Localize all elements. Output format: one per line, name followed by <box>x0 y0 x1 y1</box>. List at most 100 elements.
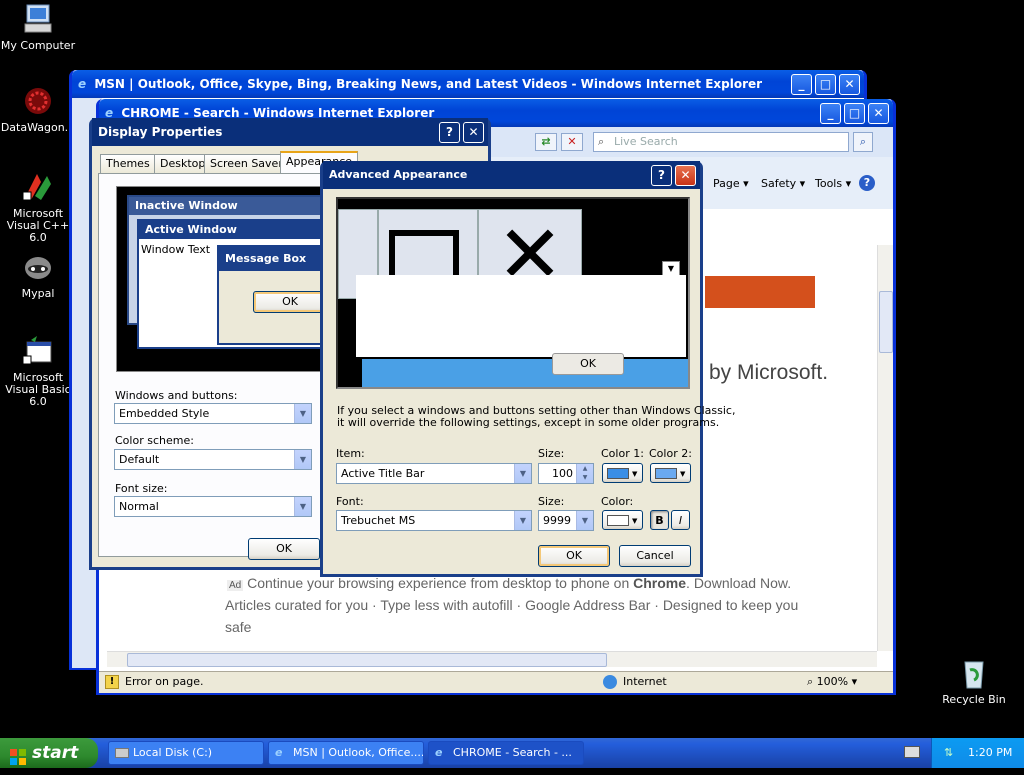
item-select[interactable]: Active Title Bar ▼ <box>336 463 532 484</box>
raccoon-icon <box>21 250 55 284</box>
minimize-button[interactable]: _ <box>791 74 812 95</box>
chevron-down-icon[interactable]: ▼ <box>294 404 311 423</box>
bold-toggle[interactable]: B <box>650 510 669 530</box>
desktop-icon-datawagon[interactable]: DataWagon... <box>0 84 78 134</box>
size-value: 100 <box>552 467 573 480</box>
ie-logo-icon: e <box>78 77 87 91</box>
desktop-icon-label: Mypal <box>21 287 55 300</box>
start-label: start <box>32 743 79 763</box>
help-icon[interactable]: ? <box>859 175 875 191</box>
ie-logo-icon: e <box>435 746 443 759</box>
ie-logo-icon: e <box>275 746 283 759</box>
network-icon[interactable]: ⇅ <box>944 738 953 768</box>
close-button[interactable]: ✕ <box>839 74 860 95</box>
font-size-label: Font size: <box>115 482 168 495</box>
preview-ok-button: OK <box>253 291 327 313</box>
minimize-button[interactable]: _ <box>820 103 841 124</box>
spin-arrows-icon[interactable]: ▲ ▼ <box>576 464 593 483</box>
title-bar[interactable]: e MSN | Outlook, Office, Skype, Bing, Br… <box>72 70 864 98</box>
datawagon-icon <box>21 84 55 118</box>
color1-label: Color 1: <box>601 447 644 460</box>
ad-line: Ad Continue your browsing experience fro… <box>227 575 791 591</box>
font-size-select[interactable]: Normal ▼ <box>114 496 312 517</box>
desktop-icon-recycle-bin[interactable]: Recycle Bin <box>934 656 1014 706</box>
globe-icon <box>603 675 617 689</box>
appearance-preview: Inactive Window Active Window Window Tex… <box>116 186 337 372</box>
zoom-level[interactable]: ⌕ 100% ▾ <box>807 672 857 692</box>
scrollbar-thumb[interactable] <box>879 291 893 353</box>
color2-picker[interactable]: ▼ <box>650 463 691 483</box>
desktop-icon-mypal[interactable]: Mypal <box>0 250 78 300</box>
desktop-icon-my-computer[interactable]: My Computer <box>0 2 78 52</box>
chevron-down-icon[interactable]: ▼ <box>576 511 593 530</box>
start-button[interactable]: start <box>0 738 98 768</box>
taskbar-item-msn[interactable]: e MSN | Outlook, Office.... <box>268 741 424 765</box>
windows-logo-icon <box>10 745 26 765</box>
desktop-icon-label: DataWagon... <box>0 121 76 134</box>
preview-inactive-title: Inactive Window <box>129 197 325 215</box>
tab-screen-saver[interactable]: Screen Saver <box>204 154 289 173</box>
ad-text-bold[interactable]: Chrome <box>633 575 686 591</box>
chevron-down-icon: ▼ <box>680 470 686 478</box>
stop-icon[interactable]: ✕ <box>561 133 583 151</box>
h-scrollbar-thumb[interactable] <box>127 653 607 667</box>
chevron-down-icon[interactable]: ▼ <box>514 511 531 530</box>
ok-button[interactable]: OK <box>538 545 610 567</box>
preview-message-area <box>356 275 686 357</box>
search-placeholder: Live Search <box>614 135 678 148</box>
vertical-scrollbar[interactable] <box>877 245 893 651</box>
taskbar-item-chrome-search[interactable]: e CHROME - Search - ... <box>428 741 584 765</box>
chevron-down-icon[interactable]: ▼ <box>514 464 531 483</box>
size-stepper[interactable]: 100 ▲ ▼ <box>538 463 594 484</box>
ok-button[interactable]: OK <box>248 538 320 560</box>
color-scheme-select[interactable]: Default ▼ <box>114 449 312 470</box>
safety-menu[interactable]: Safety ▾ <box>761 177 805 190</box>
horizontal-scrollbar[interactable] <box>107 651 877 667</box>
system-tray: ⇅ 1:20 PM <box>931 738 1024 768</box>
task-label: Local Disk (C:) <box>133 746 213 759</box>
tools-menu[interactable]: Tools ▾ <box>815 177 851 190</box>
advanced-appearance-dialog[interactable]: Advanced Appearance ? ✕ ✕ ▼ OK If you se… <box>320 161 735 577</box>
maximize-button[interactable]: □ <box>844 103 865 124</box>
desktop-icon-visual-cpp[interactable]: Microsoft Visual C++ 6.0 <box>0 170 78 244</box>
refresh-icon[interactable]: ⇄ <box>535 133 557 151</box>
tab-desktop[interactable]: Desktop <box>154 154 212 173</box>
page-menu[interactable]: Page ▾ <box>713 177 749 190</box>
search-input[interactable]: ⌕ Live Search <box>593 132 849 152</box>
font-size-select[interactable]: 9999 ▼ <box>538 510 594 531</box>
taskbar-item-local-disk[interactable]: Local Disk (C:) <box>108 741 264 765</box>
tab-themes[interactable]: Themes <box>100 154 156 173</box>
search-go-icon[interactable]: ⌕ <box>853 132 873 152</box>
maximize-button[interactable]: □ <box>815 74 836 95</box>
color1-picker[interactable]: ▼ <box>602 463 643 483</box>
title-bar[interactable]: Advanced Appearance ? ✕ <box>323 161 700 189</box>
clock[interactable]: 1:20 PM <box>968 738 1012 768</box>
close-button[interactable]: ✕ <box>463 122 484 143</box>
chevron-down-icon: ▼ <box>632 517 638 525</box>
windows-buttons-label: Windows and buttons: <box>115 389 238 402</box>
help-button[interactable]: ? <box>439 122 460 143</box>
font-color-picker[interactable]: ▼ <box>602 510 643 530</box>
close-button[interactable]: ✕ <box>675 165 696 186</box>
preview-active-title: Active Window <box>139 221 335 239</box>
window-title: MSN | Outlook, Office, Skype, Bing, Brea… <box>94 77 763 91</box>
status-text: Error on page. <box>125 675 204 688</box>
cancel-button[interactable]: Cancel <box>619 545 691 567</box>
close-button[interactable]: ✕ <box>868 103 889 124</box>
chevron-down-icon[interactable]: ▼ <box>294 497 311 516</box>
chevron-down-icon: ▼ <box>632 470 638 478</box>
chevron-down-icon[interactable]: ▼ <box>294 450 311 469</box>
page-menu-label: Page <box>713 177 740 190</box>
desktop-icon-label: My Computer <box>0 39 76 52</box>
ad-features-tail: safe <box>225 619 252 635</box>
title-bar[interactable]: Display Properties ? ✕ <box>92 118 488 146</box>
windows-buttons-select[interactable]: Embedded Style ▼ <box>114 403 312 424</box>
help-button[interactable]: ? <box>651 165 672 186</box>
desktop-icon-visual-basic[interactable]: Microsoft Visual Basic 6.0 <box>0 334 78 408</box>
font-value: Trebuchet MS <box>341 514 416 527</box>
font-select[interactable]: Trebuchet MS ▼ <box>336 510 532 531</box>
keyboard-icon[interactable] <box>904 746 920 758</box>
warning-icon[interactable]: ! <box>105 675 119 689</box>
italic-toggle[interactable]: I <box>671 510 690 530</box>
preview-window-text: Window Text <box>141 243 211 256</box>
